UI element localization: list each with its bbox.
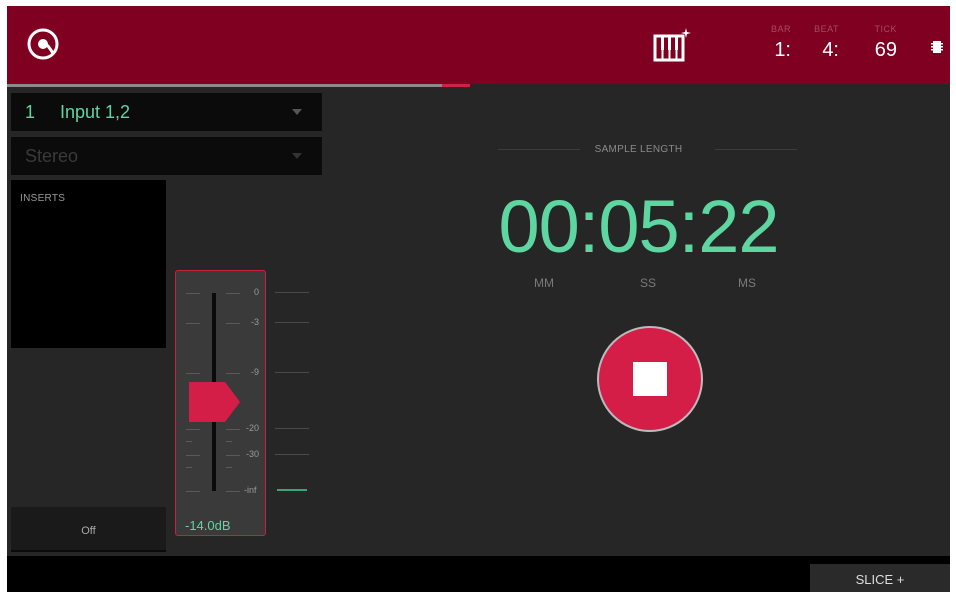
fader-tick <box>186 429 200 430</box>
chevron-down-icon <box>292 153 302 159</box>
chip-icon <box>931 41 943 53</box>
slice-plus-button[interactable]: SLICE + <box>810 564 950 592</box>
chevron-down-icon <box>292 109 302 115</box>
record-disc-icon[interactable] <box>25 26 61 62</box>
beat-label: BEAT <box>814 24 839 34</box>
fader-tick <box>226 323 240 324</box>
bar-counter: BAR 1: <box>759 24 791 62</box>
sample-length-time: 00:05:22 <box>498 185 779 268</box>
fader-tick <box>186 455 200 456</box>
input-panel: 1 Input 1,2 Stereo INSERTS Off 0 -3 -9 -… <box>7 87 327 556</box>
sample-length-label: SAMPLE LENGTH <box>594 144 683 155</box>
fader-tick <box>226 429 240 430</box>
scale-label: -3 <box>251 317 260 327</box>
stop-record-button[interactable] <box>597 326 703 432</box>
fader-tick <box>186 373 200 374</box>
fader-tick <box>226 491 240 492</box>
inserts-title: INSERTS <box>20 193 66 204</box>
inserts-panel[interactable]: INSERTS <box>11 180 166 348</box>
tick-label: TICK <box>874 24 897 34</box>
meter-line <box>275 428 309 429</box>
header-bar: BAR 1: BEAT 4: TICK 69 <box>7 6 950 87</box>
fader-tick <box>186 467 192 468</box>
fader-tick <box>186 323 200 324</box>
sample-panel: SAMPLE LENGTH 00:05:22 MM SS MS <box>327 87 950 556</box>
fader-tick <box>186 441 192 442</box>
fader-tick <box>186 491 200 492</box>
bar-value: 1: <box>774 39 791 61</box>
bar-label: BAR <box>770 24 791 34</box>
meter-line <box>275 372 309 373</box>
fader-tick <box>226 293 240 294</box>
fader-tick <box>226 441 232 442</box>
stop-icon <box>633 362 667 396</box>
scale-label: -9 <box>251 367 260 377</box>
scale-label: -30 <box>246 449 260 459</box>
meter-line <box>275 454 309 455</box>
input-source-select[interactable]: 1 Input 1,2 <box>11 93 322 131</box>
slice-plus-label: SLICE + <box>855 572 905 587</box>
unit-milliseconds: MS <box>738 276 756 290</box>
input-source-label: Input 1,2 <box>60 102 131 122</box>
fader-tick <box>186 293 200 294</box>
beat-value: 4: <box>822 39 839 61</box>
level-meter <box>277 489 307 491</box>
scale-label: -20 <box>246 423 260 433</box>
inserts-off-button[interactable]: Off <box>11 507 166 552</box>
input-gain-fader[interactable]: 0 -3 -9 -20 -30 -inf -14.0dB <box>175 270 266 536</box>
beat-counter: BEAT 4: <box>807 24 839 62</box>
track-number: 1 <box>25 102 36 122</box>
input-mode-select[interactable]: Stereo <box>11 137 322 175</box>
unit-minutes: MM <box>534 276 554 290</box>
scale-label: 0 <box>254 287 260 297</box>
fader-handle[interactable] <box>189 382 240 422</box>
keyboard-sparkle-icon[interactable] <box>651 26 691 66</box>
bottom-bar: SLICE + <box>7 556 950 592</box>
scale-label: -inf <box>244 485 257 495</box>
tick-counter: TICK 69 <box>865 24 897 62</box>
input-mode-label: Stereo <box>25 146 79 166</box>
meter-line <box>275 322 309 323</box>
fader-tick <box>226 467 232 468</box>
tick-value: 69 <box>874 39 897 61</box>
fader-tick <box>226 455 240 456</box>
fader-value: -14.0dB <box>185 518 231 533</box>
unit-seconds: SS <box>640 276 657 290</box>
sampler-screen: BAR 1: BEAT 4: TICK 69 1 Input 1,2 Stere… <box>7 6 950 592</box>
off-label: Off <box>81 525 96 537</box>
meter-line <box>275 292 309 293</box>
fader-tick <box>226 373 240 374</box>
